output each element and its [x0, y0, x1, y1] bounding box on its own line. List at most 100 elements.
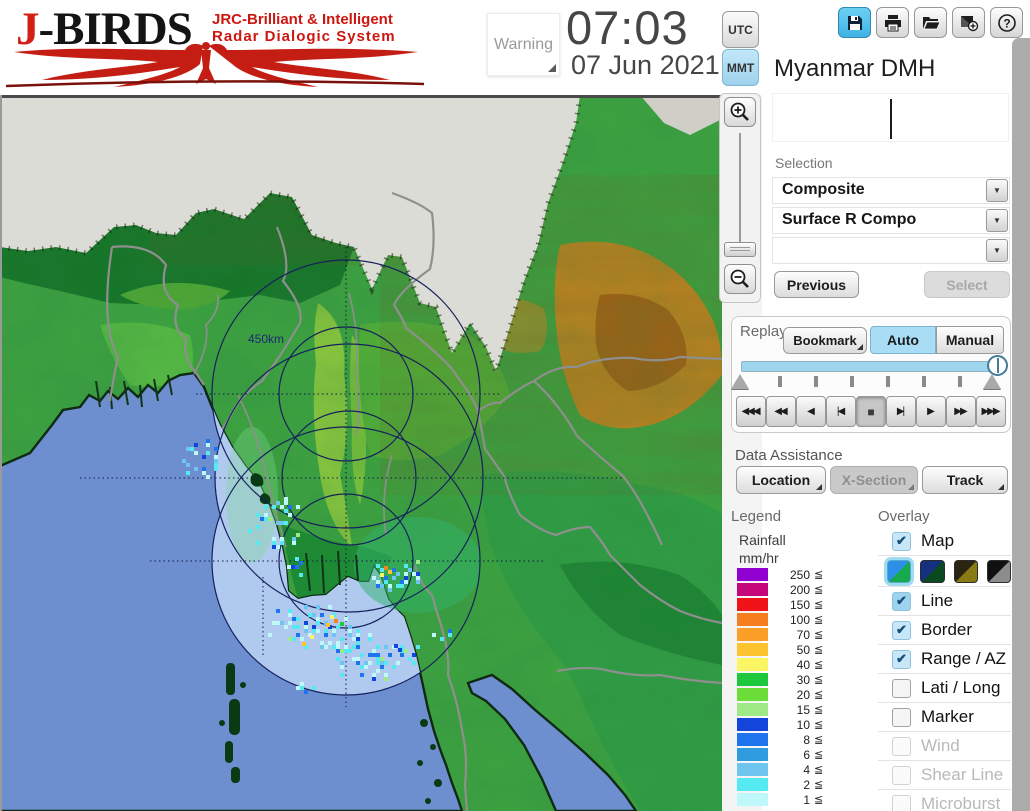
legend-section-label: Legend: [731, 508, 782, 525]
export-image-button[interactable]: [952, 7, 985, 38]
play-button[interactable]: ▶: [916, 396, 946, 427]
map-style-1-swatch[interactable]: [887, 559, 912, 583]
replay-auto-button[interactable]: Auto: [870, 326, 936, 354]
selection-section-label: Selection: [775, 155, 833, 171]
map-style-3-swatch[interactable]: [953, 559, 978, 583]
zoom-in-button[interactable]: [724, 97, 756, 127]
overlay-item-label: Microburst: [921, 794, 1001, 811]
open-folder-button[interactable]: [914, 7, 947, 38]
dropdown-1-arrow-button[interactable]: ▼: [986, 179, 1008, 202]
product-dropdown-3[interactable]: ▼: [772, 237, 1010, 264]
stop-button[interactable]: ■: [856, 396, 886, 427]
bookmark-label: Bookmark: [793, 333, 857, 348]
help-icon: ?: [997, 13, 1016, 32]
lati-long-checkbox[interactable]: [892, 678, 911, 698]
line-checkbox[interactable]: ✔: [892, 591, 911, 611]
track-button[interactable]: Track: [922, 466, 1008, 494]
overlay-item-label: Map: [921, 531, 955, 550]
product-dropdown-1[interactable]: Composite ▼: [772, 177, 1010, 204]
eagle-logo-icon: [6, 42, 425, 88]
legend-row: 30 ≦: [737, 672, 837, 687]
bookmark-button[interactable]: Bookmark: [783, 327, 867, 354]
map-style-4-swatch[interactable]: [986, 559, 1011, 583]
corner-triangle-icon: [548, 64, 556, 72]
chevron-down-icon: ▼: [993, 246, 1001, 255]
legend-row: 15 ≦: [737, 702, 837, 717]
help-button[interactable]: ?: [990, 7, 1023, 38]
previous-label: Previous: [786, 276, 847, 293]
location-button[interactable]: Location: [736, 466, 826, 494]
product-dropdown-2[interactable]: Surface R Compo ▼: [772, 207, 1010, 234]
lte-symbol: ≦: [814, 674, 824, 686]
timezone-mmt-button[interactable]: MMT: [722, 49, 759, 86]
overlay-row-shear-line: Shear Line: [878, 761, 1011, 790]
map-checkbox[interactable]: ✔: [892, 531, 911, 551]
mmt-label: MMT: [726, 60, 755, 75]
forward-button[interactable]: ▶▶: [946, 396, 976, 427]
select-button[interactable]: Select: [924, 271, 1010, 298]
replay-slider-track[interactable]: [741, 361, 999, 372]
play-reverse-button[interactable]: ◀: [796, 396, 826, 427]
panel-rail[interactable]: [1012, 38, 1030, 811]
dropdown-3-arrow-button[interactable]: ▼: [986, 239, 1008, 262]
warning-button[interactable]: Warning: [487, 13, 560, 76]
legend-value: 15: [796, 702, 810, 717]
rewind-button[interactable]: ◀◀: [766, 396, 796, 427]
legend-color-swatch: [737, 718, 768, 731]
x-section-button[interactable]: X-Section: [830, 466, 918, 494]
legend-value: 250: [789, 567, 810, 582]
timezone-utc-button[interactable]: UTC: [722, 11, 759, 48]
handle-line: [997, 358, 999, 373]
replay-tick: [886, 376, 890, 387]
replay-slider-handle[interactable]: [987, 355, 1008, 376]
replay-manual-button[interactable]: Manual: [936, 326, 1004, 354]
manual-label: Manual: [945, 332, 995, 348]
legend-color-swatch: [737, 688, 768, 701]
legend-color-swatch: [737, 658, 768, 671]
marker-checkbox[interactable]: [892, 707, 911, 727]
legend-value: 40: [796, 657, 810, 672]
replay-range-end-marker[interactable]: [983, 374, 1001, 389]
check-icon: ✔: [896, 533, 907, 548]
lte-symbol: ≦: [814, 569, 824, 581]
overlay-section-label: Overlay: [878, 508, 930, 525]
print-button[interactable]: [876, 7, 909, 38]
replay-tick: [958, 376, 962, 387]
step-forward-button[interactable]: ▶|: [886, 396, 916, 427]
radar-map[interactable]: 450km: [0, 95, 722, 811]
rewind-fast-button[interactable]: ◀◀◀: [736, 396, 766, 427]
overlay-row-marker: Marker: [878, 703, 1011, 732]
overlay-row-line: ✔ Line: [878, 587, 1011, 616]
shear-line-checkbox: [892, 765, 911, 785]
track-label: Track: [946, 472, 984, 488]
microburst-checkbox: [892, 794, 911, 811]
status-textbox[interactable]: [772, 93, 1009, 142]
range-az-checkbox[interactable]: ✔: [892, 649, 911, 669]
overlay-item-label: Lati / Long: [921, 678, 1001, 697]
clock-date: 07 Jun 2021: [571, 50, 720, 80]
previous-button[interactable]: Previous: [774, 271, 859, 298]
step-back-button[interactable]: |◀: [826, 396, 856, 427]
legend-color-swatch: [737, 673, 768, 686]
legend-color-swatch: [737, 628, 768, 641]
zoom-slider-handle[interactable]: [724, 242, 756, 257]
corner-triangle-icon: [998, 484, 1004, 490]
chevron-down-icon: ▼: [993, 216, 1001, 225]
save-button[interactable]: [838, 7, 871, 38]
legend-value: 50: [796, 642, 810, 657]
dropdown-2-arrow-button[interactable]: ▼: [986, 209, 1008, 232]
legend-color-swatch: [737, 598, 768, 611]
legend-row: 10 ≦: [737, 717, 837, 732]
border-checkbox[interactable]: ✔: [892, 620, 911, 640]
map-style-2-swatch[interactable]: [920, 559, 945, 583]
zoom-out-button[interactable]: [724, 264, 756, 294]
forward-fast-button[interactable]: ▶▶▶: [976, 396, 1006, 427]
zoom-slider-track[interactable]: [739, 133, 741, 251]
lte-symbol: ≦: [814, 584, 824, 596]
replay-range-start-marker[interactable]: [731, 374, 749, 389]
legend-row: 1 ≦: [737, 792, 837, 807]
print-icon: [884, 14, 901, 31]
lte-symbol: ≦: [814, 629, 824, 641]
legend-row: 70 ≦: [737, 627, 837, 642]
data-assistance-label: Data Assistance: [735, 447, 843, 464]
